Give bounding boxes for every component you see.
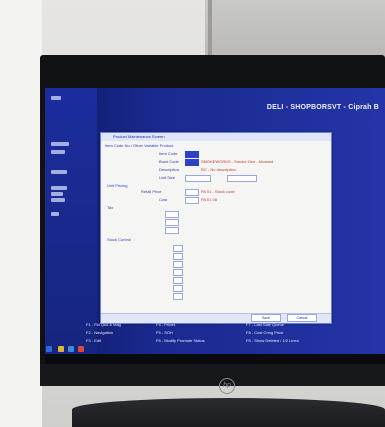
dialog-subtitle: Item Code No / Other Variable Product [105,143,174,148]
stock-field-4[interactable] [173,269,183,276]
tax-field-1[interactable] [165,211,179,218]
cost-field[interactable] [185,197,199,204]
stock-code-text: PA 01 - Stock code [201,189,235,194]
field-label: Item Code [159,151,178,156]
section-label: Stock Control [107,237,132,242]
stock-field-7[interactable] [173,293,183,300]
fkey-item: F2 - Navigation [86,330,114,335]
monitor-bezel [40,364,385,386]
fkey-item: F5 - SOH [156,330,173,335]
taskbar-icon[interactable] [58,346,64,352]
sidebar-item[interactable] [51,186,67,190]
field-label: Retail Price [141,189,162,194]
sidebar-item[interactable] [51,212,59,216]
fkey-item: F4 - Prices [156,322,176,327]
item-code-field[interactable] [185,151,199,158]
field-label: Cost [159,197,168,202]
app-title: DELI - SHOPBORSVT - Ciprah B [266,104,379,111]
status-text: RC - No description [201,167,236,172]
sidebar-item[interactable] [51,170,67,174]
tax-field-2[interactable] [165,219,179,226]
unit-select[interactable] [227,175,257,182]
section-label: Unit Pricing [107,183,128,188]
sidebar-item[interactable] [51,142,69,146]
save-button[interactable]: Save [251,314,281,322]
retail-price-field[interactable] [185,189,199,196]
function-key-legend: F1 - Fld Quit & Mag F2 - Navigation F3 -… [86,322,340,352]
stock-field-5[interactable] [173,277,183,284]
sidebar-item[interactable] [51,150,65,154]
stock-field-2[interactable] [173,253,183,260]
sidebar [45,88,97,354]
fkey-item: F6 - Modify Promote Status [156,338,205,343]
stock-field-3[interactable] [173,261,183,268]
field-label: Bush Code [159,159,179,164]
unit-size-field[interactable] [185,175,211,182]
taskbar-icon[interactable] [68,346,74,352]
fkey-item: F9 - Show Deleted / 1/2 Lines [246,338,299,343]
window [205,0,385,60]
sidebar-item[interactable] [51,198,65,202]
sidebar-item[interactable] [51,96,61,100]
description-text: SMOKEWORKS - Smoke Gen - Mustard [201,159,274,164]
section-label: Tax [107,205,114,210]
dialog-title: Product Maintenance Screen [101,133,331,141]
field-label: Description [159,167,180,172]
brand-logo: hp [219,378,235,394]
sidebar-item[interactable] [51,192,63,196]
tax-field-3[interactable] [165,227,179,234]
code-text: PA 01 08 [201,197,217,202]
bush-code-field[interactable] [185,159,199,166]
window-post [208,0,212,60]
fkey-item: F8 - Cost Chng Price [246,330,284,335]
fkey-item: F1 - Fld Quit & Mag [86,322,121,327]
wall [0,0,42,427]
stock-field-1[interactable] [173,245,183,252]
monitor-stand [72,398,385,427]
field-label: Unit Size [159,175,176,180]
fkey-item: F3 - Edit [86,338,102,343]
cancel-button[interactable]: Cancel [287,314,317,322]
taskbar [45,354,385,364]
stock-field-6[interactable] [173,285,183,292]
taskbar-icon[interactable] [46,346,52,352]
fkey-item: F7 - Last Sale Queue [246,322,285,327]
product-dialog: Product Maintenance Screen Item Code No … [100,132,332,324]
taskbar-icon[interactable] [78,346,84,352]
